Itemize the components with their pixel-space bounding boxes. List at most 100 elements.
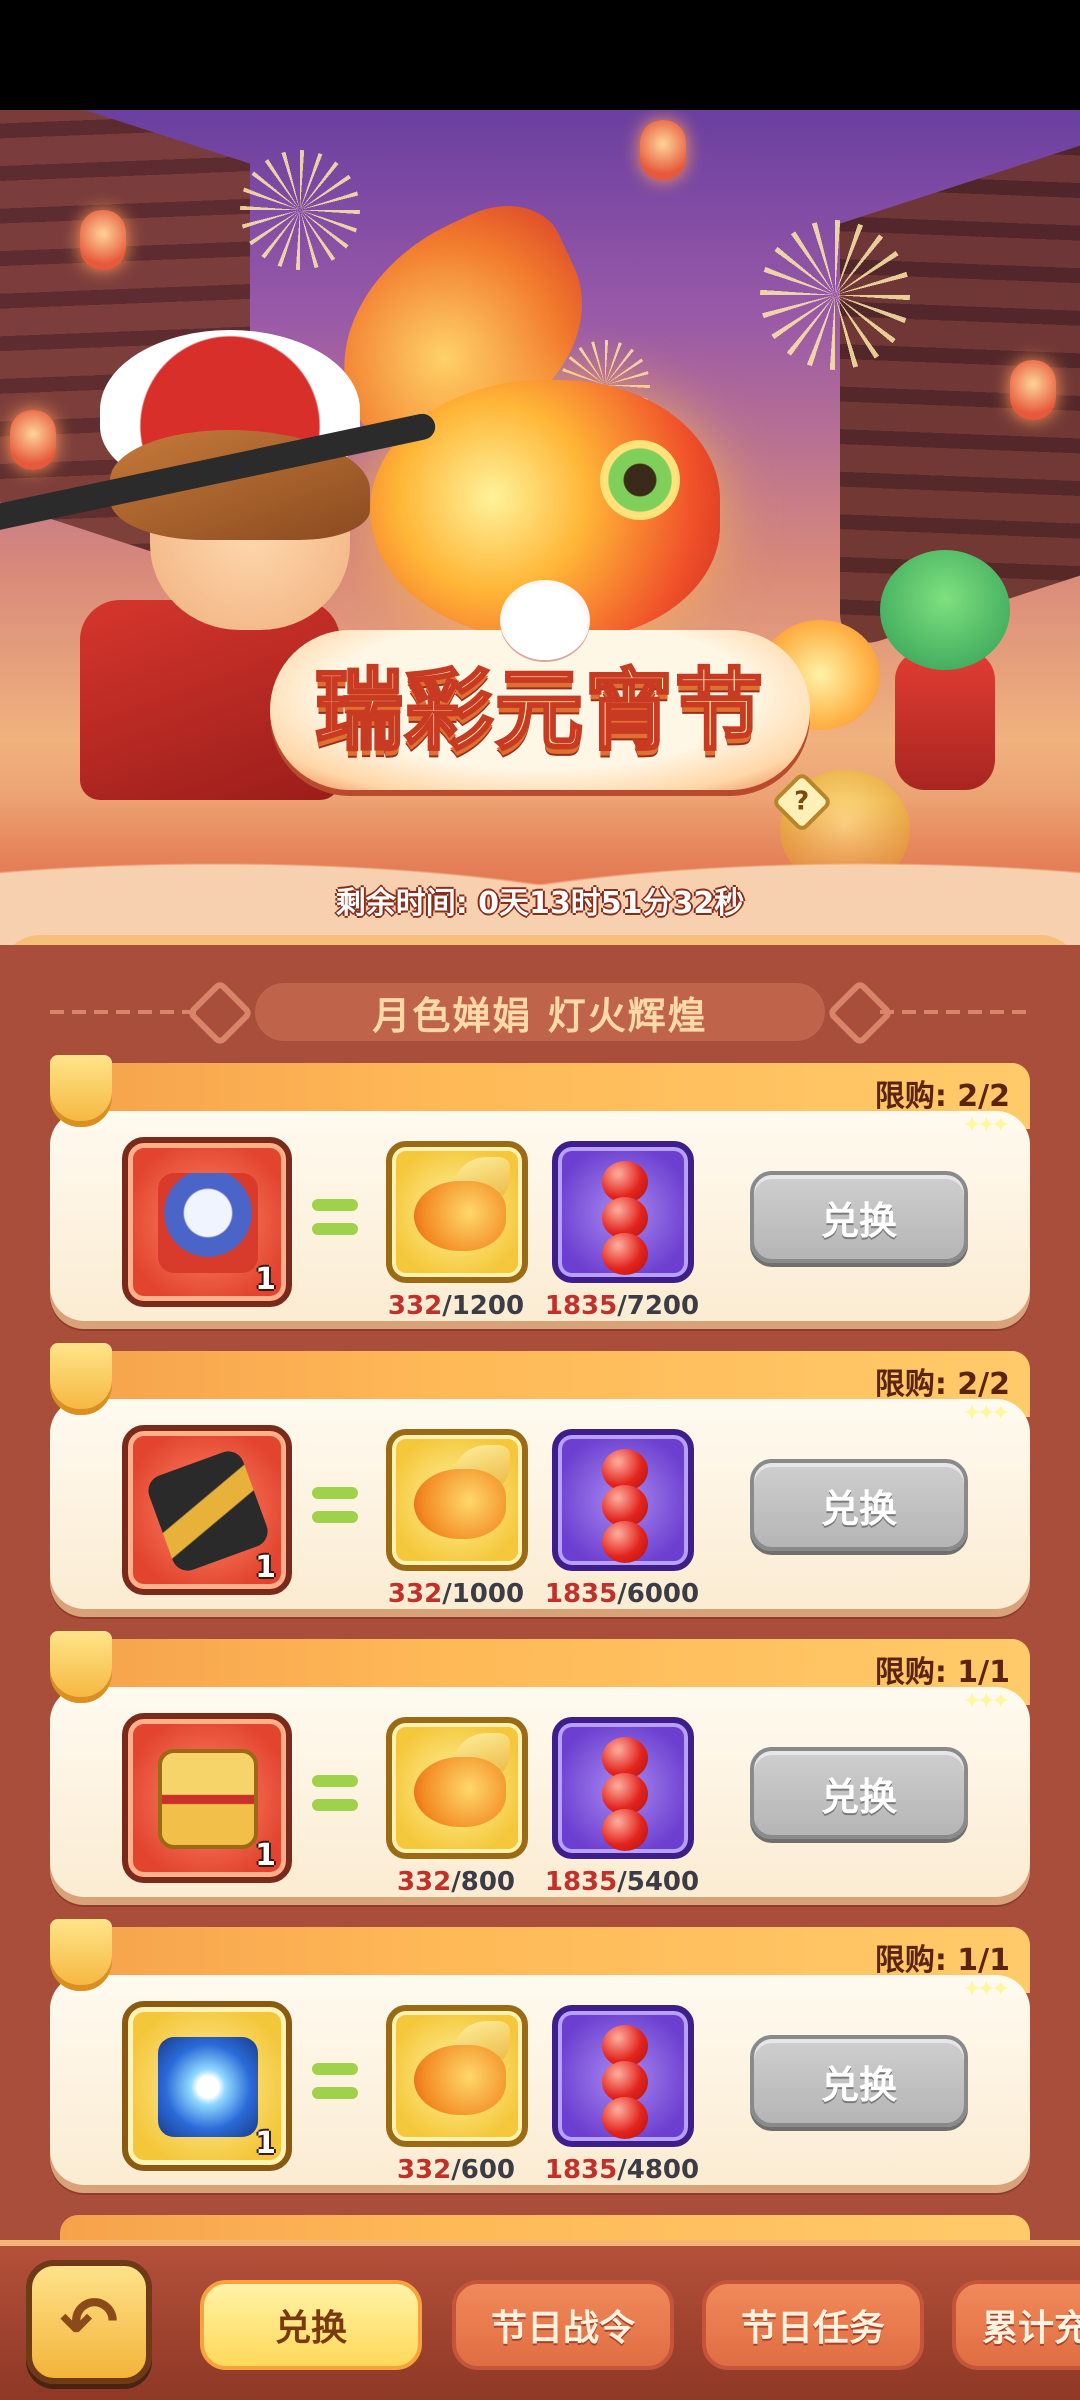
sparkle-icon: ✦✦✦: [962, 1689, 1010, 1714]
fish-owned: 332: [396, 2155, 452, 2185]
fish-token-cost[interactable]: [386, 1429, 528, 1571]
purchase-limit: 限购: 1/1: [874, 1655, 1010, 1690]
fish-cost-text: 332/800: [366, 1867, 546, 1897]
fish-token-icon: [414, 1469, 506, 1539]
haw-cost-text: 1835/4800: [532, 2155, 712, 2185]
equals-icon: [312, 1199, 358, 1239]
fish-cost-text: 332/1000: [366, 1579, 546, 1609]
offer-card: 限购: 1/1 ✦✦✦ 1 332/600 1835/4800 兑换: [50, 1919, 1040, 2191]
ornament-icon: [186, 979, 254, 1047]
fish-token-icon: [414, 2045, 506, 2115]
time-remaining: 剩余时间: 0天13时51分32秒: [335, 886, 745, 921]
purchase-limit: 限购: 1/1: [874, 1943, 1010, 1978]
equals-icon: [312, 1775, 358, 1815]
tab-cumulative-recharge[interactable]: 累计充: [952, 2280, 1080, 2370]
purchase-limit: 限购: 2/2: [874, 1079, 1010, 1114]
lantern-tab-icon: [50, 1055, 112, 1127]
lantern-icon: [1010, 360, 1056, 420]
haw-cost-text: 1835/5400: [532, 1867, 712, 1897]
lantern-tab-icon: [50, 1343, 112, 1415]
tab-festival-tasks[interactable]: 节日任务: [702, 2280, 924, 2370]
reward-item[interactable]: 1: [122, 2001, 292, 2171]
panel-background: 月色婵娟 灯火辉煌 限购: 2/2 ✦✦✦ 1 332/1200 1835/72…: [0, 945, 1080, 2265]
haw-owned: 1835: [544, 1579, 618, 1609]
offer-card: 限购: 2/2 ✦✦✦ 1 332/1200 1835/7200 兑换: [50, 1055, 1040, 1327]
girl-hair: [880, 550, 1010, 670]
tab-festival-pass[interactable]: 节日战令: [452, 2280, 674, 2370]
event-banner: [0, 110, 1080, 950]
lantern-icon: [80, 210, 126, 270]
fish-token-cost[interactable]: [386, 2005, 528, 2147]
cannon-weapon-icon: [143, 1446, 273, 1576]
reward-count: 1: [255, 1262, 276, 1297]
mecha-warrior-icon: [158, 1173, 258, 1273]
fish-lantern-eye: [600, 440, 680, 520]
back-button[interactable]: ↶: [26, 2260, 152, 2384]
haw-token-cost[interactable]: [552, 1717, 694, 1859]
lantern-icon: [640, 120, 686, 180]
lantern-tab-icon: [50, 1631, 112, 1703]
fish-token-cost[interactable]: [386, 1717, 528, 1859]
haw-ball: [602, 1521, 648, 1563]
fish-required: /1200: [442, 1291, 525, 1321]
fish-owned: 332: [387, 1291, 443, 1321]
offer-card: 限购: 2/2 ✦✦✦ 1 332/1000 1835/6000 兑换: [50, 1343, 1040, 1615]
haw-required: /5400: [617, 1867, 700, 1897]
fish-cost-text: 332/600: [366, 2155, 546, 2185]
reward-item[interactable]: 1: [122, 1425, 292, 1595]
fish-owned: 332: [396, 1867, 452, 1897]
haw-owned: 1835: [544, 1867, 618, 1897]
tab-exchange[interactable]: 兑换: [200, 2280, 422, 2370]
exchange-button[interactable]: 兑换: [750, 1747, 968, 1839]
haw-cost-text: 1835/6000: [532, 1579, 712, 1609]
haw-owned: 1835: [544, 2155, 618, 2185]
back-arrow-icon: ↶: [59, 2281, 119, 2363]
fish-required: /600: [451, 2155, 516, 2185]
reward-item[interactable]: 1: [122, 1137, 292, 1307]
reward-count: 1: [255, 2126, 276, 2161]
fish-required: /1000: [442, 1579, 525, 1609]
fish-required: /800: [451, 1867, 516, 1897]
bottom-nav: ↶ 兑换 节日战令 节日任务 累计充: [0, 2240, 1080, 2400]
help-icon-label: ?: [794, 787, 810, 817]
haw-token-cost[interactable]: [552, 2005, 694, 2147]
reward-count: 1: [255, 1838, 276, 1873]
sparkle-icon: ✦✦✦: [962, 1977, 1010, 2002]
lightning-card-icon: [158, 2037, 258, 2137]
reward-count: 1: [255, 1550, 276, 1585]
exchange-button[interactable]: 兑换: [750, 1171, 968, 1263]
haw-ball: [602, 1809, 648, 1851]
section-title: 月色婵娟 灯火辉煌: [255, 983, 825, 1041]
fish-token-icon: [414, 1757, 506, 1827]
header-divider-right: [880, 1010, 1030, 1014]
cloud-decoration: [0, 800, 1080, 950]
haw-ball: [602, 2097, 648, 2139]
fish-token-cost[interactable]: [386, 1141, 528, 1283]
exchange-button[interactable]: 兑换: [750, 1459, 968, 1551]
firework-icon: [240, 150, 360, 270]
event-title: 瑞彩元宵节: [313, 658, 765, 764]
exchange-panel: 月色婵娟 灯火辉煌 限购: 2/2 ✦✦✦ 1 332/1200 1835/72…: [0, 935, 1080, 2265]
offer-card: 限购: 1/1 ✦✦✦ 1 332/800 1835/5400 兑换: [50, 1631, 1040, 1903]
equals-icon: [312, 2063, 358, 2103]
haw-cost-text: 1835/7200: [532, 1291, 712, 1321]
haw-token-cost[interactable]: [552, 1429, 694, 1571]
fish-owned: 332: [387, 1579, 443, 1609]
haw-required: /7200: [617, 1291, 700, 1321]
haw-required: /6000: [617, 1579, 700, 1609]
haw-ball: [602, 1233, 648, 1275]
purchase-limit: 限购: 2/2: [874, 1367, 1010, 1402]
haw-owned: 1835: [544, 1291, 618, 1321]
sparkle-icon: ✦✦✦: [962, 1401, 1010, 1426]
status-bar: [0, 0, 1080, 110]
fish-token-icon: [414, 1181, 506, 1251]
mystery-chest-icon: [158, 1749, 258, 1849]
header-divider-left: [50, 1010, 200, 1014]
reward-item[interactable]: 1: [122, 1713, 292, 1883]
fish-cost-text: 332/1200: [366, 1291, 546, 1321]
firework-icon: [760, 220, 910, 370]
exchange-button[interactable]: 兑换: [750, 2035, 968, 2127]
girl-body: [895, 650, 995, 790]
sparkle-icon: ✦✦✦: [962, 1113, 1010, 1138]
haw-token-cost[interactable]: [552, 1141, 694, 1283]
